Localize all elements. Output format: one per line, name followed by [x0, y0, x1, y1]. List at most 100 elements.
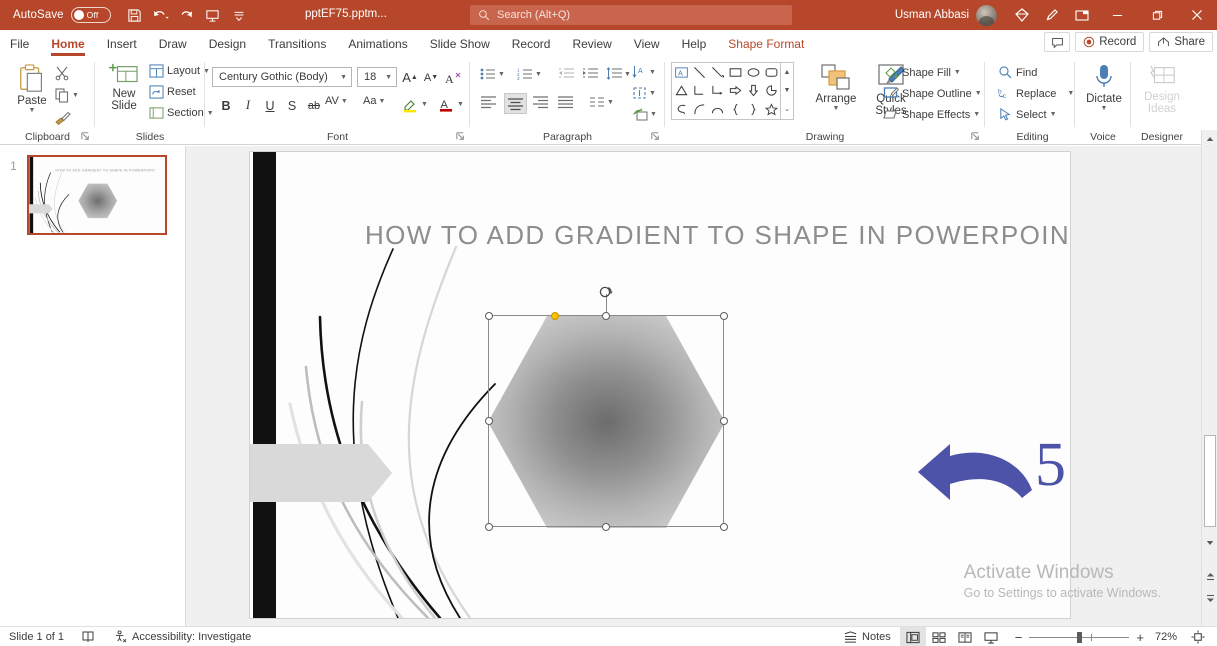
character-spacing-button[interactable]: AV ▼ — [325, 95, 348, 107]
new-slide-button[interactable]: New Slide — [101, 62, 147, 112]
zoom-out-button[interactable]: − — [1008, 630, 1030, 645]
comments-button[interactable] — [1044, 32, 1071, 52]
decrease-indent-button[interactable] — [558, 67, 574, 86]
clipboard-dialog-launcher[interactable] — [80, 131, 91, 142]
tab-record[interactable]: Record — [502, 33, 561, 55]
resize-handle-top-left[interactable] — [484, 311, 493, 320]
slideshow-button[interactable] — [978, 627, 1004, 646]
numbering-button[interactable]: 123 ▼ — [517, 67, 542, 82]
shape-effects-button[interactable]: Shape Effects ▼ — [883, 107, 980, 122]
search-box[interactable]: Search (Alt+Q) — [470, 5, 792, 25]
format-painter-button[interactable] — [54, 109, 71, 130]
shape-arc[interactable] — [708, 100, 726, 119]
zoom-slider[interactable]: − + — [1008, 630, 1151, 645]
resize-handle-top-center[interactable] — [601, 311, 610, 320]
cut-button[interactable] — [54, 65, 70, 86]
tab-transitions[interactable]: Transitions — [258, 33, 336, 55]
columns-button[interactable]: ▼ — [589, 95, 614, 109]
strikethrough-button[interactable]: ab — [303, 95, 325, 116]
user-name[interactable]: Usman Abbasi — [895, 9, 969, 21]
shape-right-brace[interactable] — [744, 100, 762, 119]
shape-elbow-connector[interactable] — [690, 82, 708, 101]
gallery-scroll-down-icon[interactable]: ▼ — [784, 87, 791, 94]
vertical-scrollbar[interactable] — [1201, 130, 1217, 626]
align-text-chevron-down-icon[interactable]: ▼ — [649, 90, 656, 97]
dictate-button[interactable]: Dictate ▼ — [1085, 63, 1123, 112]
convert-to-smartart-button[interactable]: ▼ — [632, 107, 657, 121]
shape-line[interactable] — [690, 63, 708, 82]
language-button[interactable] — [73, 627, 105, 646]
pen-icon[interactable] — [1037, 0, 1067, 30]
shape-down-arrow[interactable] — [744, 82, 762, 101]
reset-button[interactable]: Reset — [149, 85, 196, 99]
shape-outline-chevron-down-icon[interactable]: ▼ — [975, 90, 982, 97]
autosave-toggle[interactable]: Off — [70, 7, 111, 23]
drawing-dialog-launcher[interactable] — [970, 131, 981, 142]
scroll-down-button[interactable] — [1202, 534, 1217, 551]
shape-oval[interactable] — [744, 63, 762, 82]
shape-gallery[interactable]: A — [671, 62, 781, 120]
tab-draw[interactable]: Draw — [149, 33, 197, 55]
tab-home[interactable]: Home — [41, 33, 94, 56]
shape-line-arrow[interactable] — [708, 63, 726, 82]
shape-pie[interactable] — [762, 82, 780, 101]
slide-count-label[interactable]: Slide 1 of 1 — [0, 627, 73, 646]
numbering-chevron-down-icon[interactable]: ▼ — [535, 71, 542, 78]
shape-outline-button[interactable]: Shape Outline ▼ — [883, 86, 982, 101]
select-button[interactable]: Select ▼ — [998, 107, 1057, 122]
justify-button[interactable] — [557, 95, 574, 114]
select-chevron-down-icon[interactable]: ▼ — [1050, 111, 1057, 118]
font-color-chevron-down-icon[interactable]: ▼ — [457, 101, 464, 108]
scroll-up-button[interactable] — [1202, 130, 1217, 147]
avatar[interactable] — [976, 4, 997, 26]
line-spacing-button[interactable]: ▼ — [606, 67, 631, 81]
columns-chevron-down-icon[interactable]: ▼ — [607, 99, 614, 106]
text-shadow-button[interactable]: S — [281, 95, 303, 116]
font-color-button[interactable]: A ▼ — [438, 96, 464, 113]
reading-view-button[interactable] — [952, 627, 978, 646]
align-left-button[interactable] — [480, 95, 497, 114]
shape-adjust-handle[interactable] — [551, 311, 559, 320]
next-slide-button[interactable] — [1202, 590, 1217, 607]
shape-triangle[interactable] — [672, 82, 690, 101]
design-ideas-button[interactable]: Design Ideas — [1141, 63, 1183, 115]
rotation-handle[interactable] — [598, 284, 614, 300]
text-highlight-button[interactable]: ▼ — [402, 96, 428, 113]
slide-thumbnail-1[interactable]: HOW TO ADD GRADIENT TO SHAPE IN POWERPOI… — [27, 155, 167, 235]
zoom-in-button[interactable]: + — [1129, 630, 1151, 645]
bullets-chevron-down-icon[interactable]: ▼ — [498, 71, 505, 78]
gallery-more-icon[interactable]: ⌄ — [784, 105, 790, 113]
zoom-level-label[interactable]: 72% — [1155, 631, 1185, 643]
customize-qat-icon[interactable] — [227, 4, 251, 26]
font-size-chevron-down-icon[interactable]: ▼ — [385, 74, 392, 81]
copy-button[interactable]: ▼ — [54, 87, 79, 103]
highlight-chevron-down-icon[interactable]: ▼ — [421, 101, 428, 108]
resize-handle-top-right[interactable] — [719, 311, 728, 320]
smartart-chevron-down-icon[interactable]: ▼ — [650, 111, 657, 118]
diamond-icon[interactable] — [1007, 0, 1037, 30]
tab-shape-format[interactable]: Shape Format — [718, 33, 814, 55]
shape-curve[interactable] — [690, 100, 708, 119]
minimize-button[interactable] — [1097, 0, 1137, 30]
shape-fill-button[interactable]: Shape Fill ▼ — [883, 65, 961, 80]
shape-elbow-arrow-connector[interactable] — [708, 82, 726, 101]
resize-handle-middle-right[interactable] — [719, 416, 728, 425]
slide-canvas[interactable]: HOW TO ADD GRADIENT TO SHAPE IN POWERPOI… — [250, 152, 1070, 618]
undo-icon[interactable] — [149, 4, 173, 26]
shape-rounded-rectangle[interactable] — [762, 63, 780, 82]
shape-effects-chevron-down-icon[interactable]: ▼ — [973, 111, 980, 118]
resize-handle-middle-left[interactable] — [484, 416, 493, 425]
dictate-chevron-down-icon[interactable]: ▼ — [1101, 105, 1108, 112]
underline-button[interactable]: U — [259, 95, 281, 116]
bold-button[interactable]: B — [215, 95, 237, 116]
present-icon[interactable] — [201, 4, 225, 26]
zoom-slider-handle[interactable] — [1077, 631, 1083, 643]
change-case-button[interactable]: Aa ▼ — [363, 95, 385, 107]
shape-selection-frame[interactable] — [484, 286, 728, 531]
increase-indent-button[interactable] — [582, 67, 598, 86]
shape-star[interactable] — [762, 100, 780, 119]
redo-icon[interactable] — [175, 4, 199, 26]
tab-review[interactable]: Review — [562, 33, 621, 55]
save-icon[interactable] — [123, 4, 147, 26]
shape-scribble[interactable] — [672, 100, 690, 119]
